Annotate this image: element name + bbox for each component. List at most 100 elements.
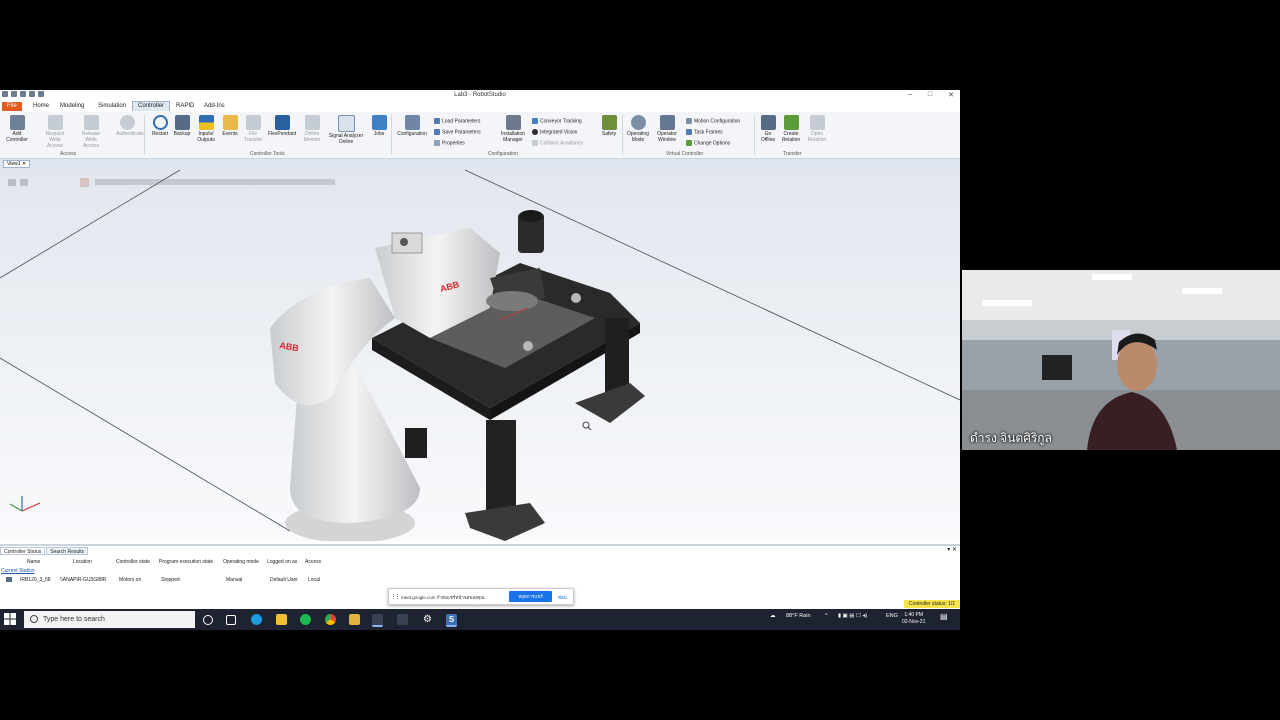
motion-configuration-button[interactable]: Motion Configuration: [686, 118, 740, 124]
table-row[interactable]: IRB120_3_58 \\ANAPIR-GU3G88R Motors on S…: [0, 577, 960, 584]
jobs-icon: [371, 115, 387, 130]
language-indicator[interactable]: ENG: [886, 613, 898, 619]
request-write-button[interactable]: Request Write Access: [44, 115, 66, 149]
taskbar: Type here to search ⚙ S ☁ 88°F Rain ^ ▮ …: [0, 609, 960, 630]
operating-mode-button[interactable]: Operating Mode: [625, 115, 651, 143]
integrated-vision-button[interactable]: Integrated Vision: [532, 129, 577, 135]
close-icon[interactable]: ✕: [948, 91, 954, 99]
open-relation-button[interactable]: Open Relation: [806, 115, 828, 143]
divider: [144, 115, 145, 155]
tab-search-results[interactable]: Search Results: [46, 547, 89, 555]
go-offline-button[interactable]: Go Offline: [757, 115, 779, 143]
io-button[interactable]: Inputs/ Outputs: [195, 115, 217, 143]
column-header[interactable]: Name: [27, 559, 40, 565]
status-table-header: Name Location Controller state Program e…: [0, 559, 960, 566]
tab-view1[interactable]: View1 ✕: [3, 160, 31, 168]
signal-analyzer-button[interactable]: Signal Analyzer Online: [326, 115, 366, 145]
column-header[interactable]: Logged on as: [267, 559, 297, 565]
conveyor-tracking-button[interactable]: Conveyor Tracking: [532, 118, 582, 124]
file-transfer-icon: [245, 115, 261, 130]
maximize-icon[interactable]: □: [928, 91, 932, 99]
column-header[interactable]: Program execution state: [159, 559, 213, 565]
collision-avoidance-button[interactable]: Collision Avoidance: [532, 140, 583, 146]
ribbon-tabs: File Home Modeling Simulation Controller…: [0, 101, 960, 112]
events-icon: [222, 115, 238, 130]
windows-start-icon[interactable]: [4, 613, 16, 625]
change-options-button[interactable]: Change Options: [686, 140, 730, 146]
release-write-button[interactable]: Release Write Access: [80, 115, 102, 149]
task-view-icon[interactable]: [226, 615, 236, 625]
stop-sharing-button[interactable]: หยุดการแชร์: [509, 591, 552, 602]
tray-chevron-icon[interactable]: ^: [825, 613, 828, 619]
authenticate-button[interactable]: Authenticate: [116, 115, 144, 137]
column-header[interactable]: Location: [73, 559, 92, 565]
chrome-icon[interactable]: [325, 614, 336, 625]
tab-controller[interactable]: Controller: [132, 101, 171, 111]
file-transfer-button[interactable]: File Transfer: [242, 115, 264, 143]
column-header[interactable]: Access: [305, 559, 321, 565]
online-monitor-button[interactable]: Online Monitor: [301, 115, 323, 143]
column-header[interactable]: Controller state: [116, 559, 150, 565]
tray-icons[interactable]: ▮ ▣ ▤ ☐ ◂): [838, 613, 867, 619]
tab-add-ins[interactable]: Add-Ins: [199, 102, 230, 111]
save-parameters-button[interactable]: Save Parameters: [434, 129, 481, 135]
title-bar: Lab3 - RobotStudio – □ ✕: [0, 90, 960, 101]
tab-rapid[interactable]: RAPID: [171, 102, 199, 111]
motion-icon: [686, 118, 692, 124]
restart-button[interactable]: Restart: [149, 115, 171, 137]
installation-icon: [505, 115, 521, 130]
installation-manager-button[interactable]: Installation Manager: [498, 115, 528, 143]
flexpendant-icon: [274, 115, 290, 130]
properties-button[interactable]: Properties: [434, 140, 465, 146]
hide-button[interactable]: ซ่อน: [558, 594, 567, 601]
minimize-icon[interactable]: –: [908, 91, 912, 99]
signal-analyzer-icon: [337, 115, 355, 132]
line-icon[interactable]: [300, 614, 311, 625]
events-button[interactable]: Events: [219, 115, 241, 137]
task-frames-button[interactable]: Task Frames: [686, 129, 723, 135]
flexpendant-button[interactable]: FlexPendant: [267, 115, 297, 137]
snipping-icon[interactable]: [397, 614, 408, 625]
operator-window-icon: [659, 115, 675, 130]
robotstudio-icon[interactable]: S: [446, 614, 457, 627]
add-controller-button[interactable]: Add Controller: [6, 115, 28, 143]
notification-icon[interactable]: ▤: [940, 612, 948, 621]
frames-icon: [686, 129, 692, 135]
offline-icon: [760, 115, 776, 130]
divider: [391, 115, 392, 155]
tab-modeling[interactable]: Modeling: [55, 102, 89, 111]
operator-window-button[interactable]: Operator Window: [654, 115, 680, 143]
clock[interactable]: 1:40 PM 02-Nov-21: [902, 612, 925, 626]
backup-button[interactable]: Backup: [171, 115, 193, 137]
tab-simulation[interactable]: Simulation: [93, 102, 131, 111]
tab-home[interactable]: Home: [28, 102, 54, 111]
app-icon[interactable]: [372, 614, 383, 627]
load-parameters-button[interactable]: Load Parameters: [434, 118, 480, 124]
create-relation-button[interactable]: Create Relation: [780, 115, 802, 143]
cortana-icon[interactable]: [203, 615, 213, 625]
settings-icon[interactable]: ⚙: [422, 614, 433, 625]
load-icon: [434, 118, 440, 124]
panel-controls[interactable]: ▾ ✕: [947, 546, 957, 553]
tab-file[interactable]: File: [2, 102, 22, 111]
controller-status-indicator[interactable]: Controller status: 1/1: [904, 600, 960, 608]
configuration-icon: [404, 115, 420, 130]
weather-icon[interactable]: ☁: [770, 613, 776, 619]
safety-button[interactable]: Safety: [598, 115, 620, 137]
weather-text[interactable]: 88°F Rain: [786, 613, 811, 619]
jobs-button[interactable]: Jobs: [368, 115, 390, 137]
configuration-button[interactable]: Configuration: [394, 115, 430, 137]
taskbar-search[interactable]: Type here to search: [24, 611, 195, 628]
divider: [754, 115, 755, 155]
save-params-icon: [434, 129, 440, 135]
3d-viewport[interactable]: ABB ABB: [0, 168, 960, 541]
column-header[interactable]: Operating mode: [223, 559, 259, 565]
notes-icon[interactable]: [349, 614, 360, 625]
backup-icon: [174, 115, 190, 130]
open-relation-icon: [809, 115, 825, 130]
file-explorer-icon[interactable]: [276, 614, 287, 625]
robotstudio-screen: Lab3 - RobotStudio – □ ✕ File Home Model…: [0, 90, 960, 630]
drag-handle-icon[interactable]: [393, 594, 398, 599]
edge-icon[interactable]: [251, 614, 262, 625]
tab-controller-status[interactable]: Controller Status: [0, 547, 46, 555]
